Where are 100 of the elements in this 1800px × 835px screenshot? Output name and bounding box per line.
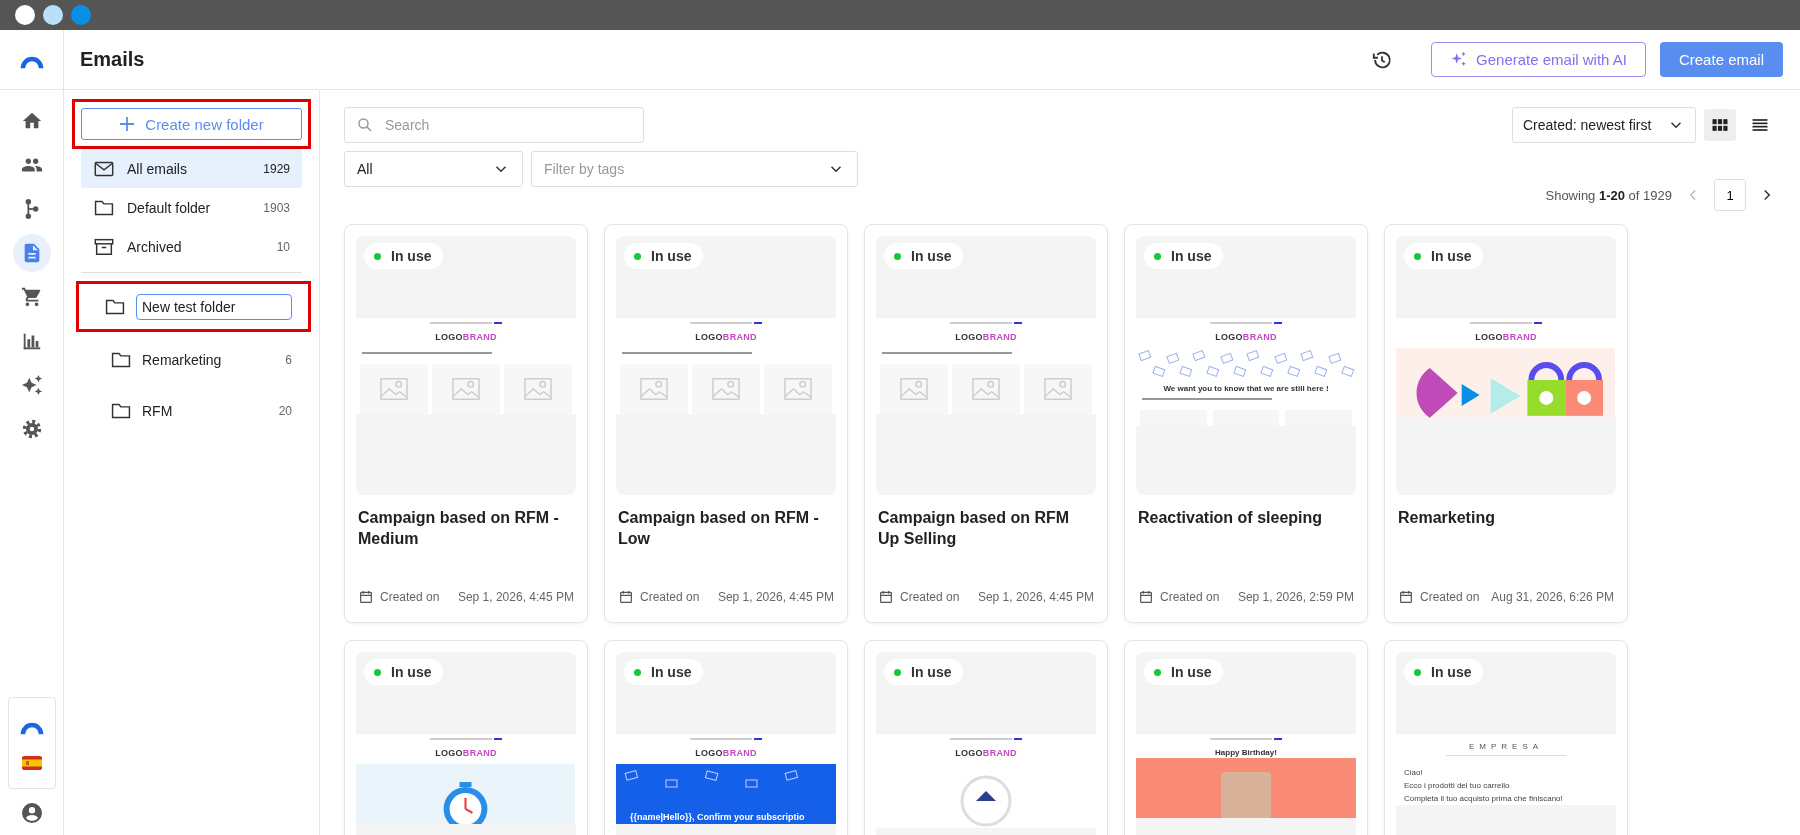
email-heading: We want you to know that we are still here ! (1163, 384, 1329, 393)
email-logo: LOGOBRAND (434, 331, 498, 344)
status-dot (894, 252, 901, 260)
email-card[interactable]: In use LOGOBRAND Campaign based on RFM - Low Created on Sep 1, 2026, 4:45 PM (604, 224, 848, 623)
email-text: Ecco i prodotti del tuo carrello (1403, 780, 1511, 792)
folder-item[interactable]: RFM 20 (85, 391, 302, 431)
card-title: Remarketing (1398, 508, 1496, 528)
folder-item[interactable]: Default folder 1903 (81, 188, 302, 227)
status-badge: In use (1404, 243, 1484, 269)
folder-name: Archived (127, 238, 183, 255)
preheader-line-drawing (430, 738, 502, 740)
email-card[interactable]: In use LOGOBRAND (864, 640, 1108, 835)
created-date: Sep 1, 2026, 4:45 PM (977, 590, 1094, 604)
email-card[interactable]: In use LOGOBRAND {{name|Hello}}, Confirm your subscriptio (604, 640, 848, 835)
folder-name: Remarketing (142, 352, 223, 368)
type-dropdown[interactable]: All (344, 151, 523, 187)
plus-icon (119, 116, 136, 132)
calendar-icon (1398, 589, 1414, 605)
email-card[interactable]: In use LOGOBRAND Remarketing Created on Aug 31, 2026, 6:26 PM (1384, 224, 1628, 623)
created-date: Sep 1, 2026, 4:45 PM (457, 590, 574, 604)
window-control[interactable] (15, 5, 35, 25)
settings-icon (20, 418, 43, 440)
nav-item[interactable] (12, 234, 51, 272)
preheader-line-drawing (690, 322, 762, 324)
status-badge: In use (1404, 659, 1484, 685)
image-placeholder-icon (971, 375, 1001, 403)
email-card[interactable]: In use LOGOBRAND Campaign based on RFM - Medium Created on Sep 1, 2026, 4:45 PM (344, 224, 588, 623)
page-title: Emails (80, 48, 145, 71)
sparkle-icon (20, 374, 43, 396)
created-label: Created on (1420, 590, 1480, 604)
status-dot (1414, 252, 1421, 260)
page-number-button[interactable]: 1 (1714, 179, 1746, 211)
user-avatar-icon (19, 801, 44, 825)
preheader-line-drawing (1210, 738, 1282, 740)
created-date: Aug 31, 2026, 6:26 PM (1491, 590, 1614, 604)
email-card[interactable]: In use LOGOBRAND We want you to know that we are still here ! Reactivation of sleeping Created on Sep 1, 2026, 2:59 PM (1124, 224, 1368, 623)
image-placeholder-icon (899, 375, 929, 403)
folder-item[interactable]: Remarketing 6 (85, 340, 302, 380)
results-summary: Showing 1-20 of 1929 (1545, 187, 1672, 203)
folder-name: RFM (142, 403, 174, 419)
preheader-line-drawing (950, 738, 1022, 740)
created-date: Sep 1, 2026, 2:59 PM (1237, 590, 1354, 604)
folder-count: 20 (278, 404, 292, 418)
preheader-line-drawing (430, 322, 502, 324)
email-logo: LOGOBRAND (954, 747, 1018, 760)
status-badge: In use (884, 659, 964, 685)
card-title: Campaign based on RFM - Medium (358, 508, 560, 549)
status-dot (1414, 668, 1421, 676)
image-placeholder-icon (451, 375, 481, 403)
created-label: Created on (1160, 590, 1220, 604)
status-badge: In use (1144, 659, 1224, 685)
folder-count: 10 (276, 239, 290, 254)
calendar-icon (1138, 589, 1154, 605)
sort-dropdown[interactable]: Created: newest first (1512, 107, 1696, 143)
status-dot (894, 668, 901, 676)
preheader-line-drawing (950, 322, 1022, 324)
folder-count: 1929 (263, 161, 290, 176)
folder-count: 6 (285, 353, 292, 367)
folder-name: Default folder (127, 199, 212, 216)
folder-item[interactable]: All emails 1929 (81, 149, 302, 188)
preheader-line-drawing (1470, 322, 1542, 324)
email-heading: Happy Birthday! (1215, 748, 1277, 757)
email-card[interactable]: In use LOGOBRAND (344, 640, 588, 835)
created-label: Created on (380, 590, 440, 604)
folder-name: All emails (127, 160, 188, 177)
folder-name-input[interactable]: New test folder (136, 293, 292, 320)
email-card[interactable]: In use EMPRESA Ciao! Ecco i prodotti del tuo carrello Completa il tuo acquisto prima che finiscano! (1384, 640, 1628, 835)
view-toggle[interactable] (1704, 109, 1736, 141)
preheader-line-drawing (1210, 322, 1282, 324)
status-dot (1154, 252, 1161, 260)
card-title: Campaign based on RFM Up Selling (878, 508, 1071, 549)
created-label: Created on (900, 590, 960, 604)
status-dot (374, 668, 381, 676)
status-dot (634, 252, 641, 260)
email-logo: LOGOBRAND (434, 747, 498, 760)
image-placeholder-icon (1043, 375, 1073, 403)
email-logo: LOGOBRAND (694, 747, 758, 760)
image-placeholder-icon (711, 375, 741, 403)
calendar-icon (358, 589, 374, 605)
image-placeholder-icon (783, 375, 813, 403)
cart-icon (20, 286, 43, 308)
status-badge: In use (624, 659, 704, 685)
status-badge: In use (364, 659, 444, 685)
search-field[interactable]: Search (344, 107, 644, 143)
generate-ai-button[interactable]: Generate email with AI (1431, 42, 1646, 77)
email-text: Ciao! (1403, 767, 1424, 779)
folder-item[interactable]: Archived 10 (81, 227, 302, 266)
card-title: Reactivation of sleeping (1138, 508, 1324, 528)
email-card[interactable]: In use Happy Birthday! (1124, 640, 1368, 835)
window-control[interactable] (43, 5, 63, 25)
calendar-icon (878, 589, 894, 605)
folder-count: 1903 (263, 200, 290, 215)
status-badge: In use (364, 243, 444, 269)
created-date: Sep 1, 2026, 4:45 PM (717, 590, 834, 604)
email-card[interactable]: In use LOGOBRAND Campaign based on RFM Up Selling Created on Sep 1, 2026, 4:45 PM (864, 224, 1108, 623)
preheader-line-drawing (690, 738, 762, 740)
status-dot (634, 668, 641, 676)
email-banner-text: {{name|Hello}}, Confirm your subscriptio (629, 812, 806, 822)
email-logo: LOGOBRAND (954, 331, 1018, 344)
email-logo: LOGOBRAND (1474, 331, 1538, 344)
